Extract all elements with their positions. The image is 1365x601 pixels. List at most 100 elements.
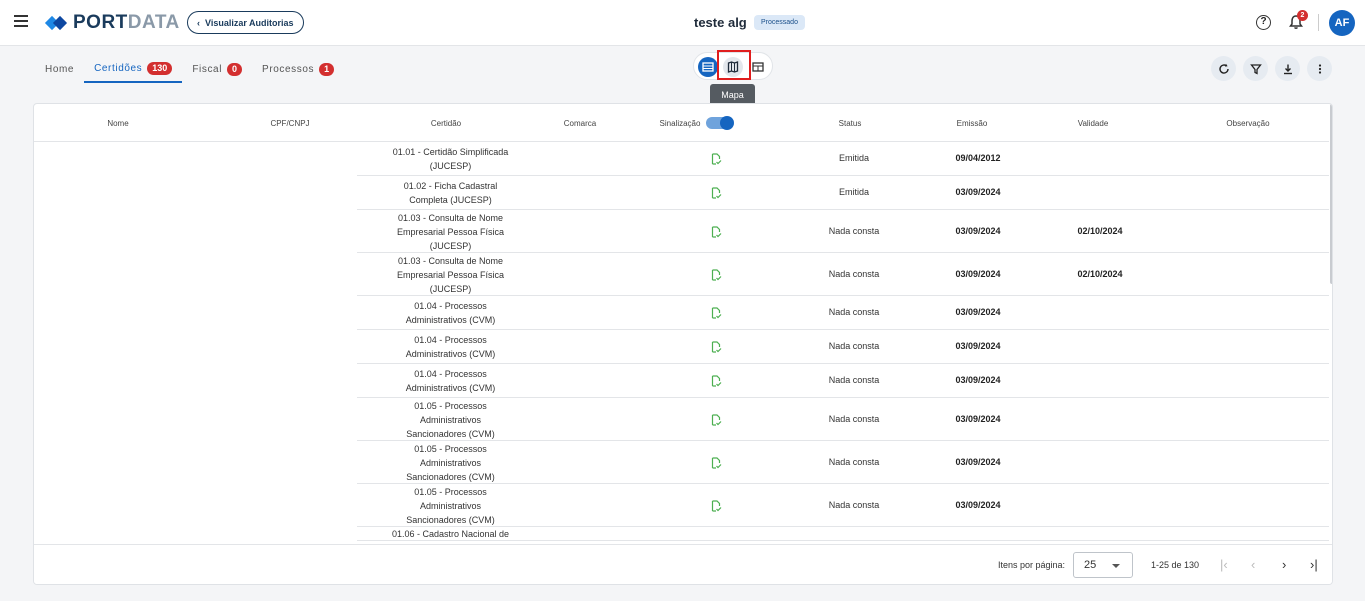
table-row[interactable]: 01.06 - Cadastro Nacional de bbox=[357, 527, 1329, 541]
cell-emissao-text: 03/09/2024 bbox=[955, 307, 1001, 317]
cell-validade-text: 02/10/2024 bbox=[1077, 225, 1123, 236]
table-row[interactable]: 01.01 - Certidão Simplificada (JUCESP) Emi… bbox=[357, 142, 1329, 176]
column-header-certidao[interactable]: Certidão bbox=[431, 119, 461, 128]
chevron-left-icon: ‹ bbox=[197, 17, 200, 28]
cell-certidao-line: 01.03 - Consulta de Nome bbox=[397, 255, 504, 266]
document-check-icon[interactable] bbox=[710, 268, 722, 281]
cell-certidao-line: Administrativos bbox=[419, 414, 482, 425]
column-header-sinalizacao[interactable]: Sinalização bbox=[660, 119, 701, 128]
tab-home[interactable]: Home bbox=[35, 56, 84, 83]
tab-processos[interactable]: Processos 1 bbox=[252, 56, 344, 83]
column-header-emissao[interactable]: Emissão bbox=[957, 119, 988, 128]
table-body: 01.01 - Certidão Simplificada (JUCESP) Emi… bbox=[357, 142, 1329, 541]
cell-certidao-line: Sancionadores (CVM) bbox=[406, 471, 495, 482]
pagination-range: 1-25 de 130 bbox=[1151, 560, 1200, 570]
document-check-icon[interactable] bbox=[710, 499, 722, 512]
list-view-button[interactable] bbox=[698, 57, 718, 77]
document-check-icon[interactable] bbox=[710, 307, 722, 319]
document-check-icon[interactable] bbox=[710, 341, 722, 353]
caret-down-icon bbox=[1112, 564, 1120, 568]
document-check-icon[interactable] bbox=[710, 456, 722, 469]
filter-button[interactable] bbox=[1243, 56, 1268, 81]
column-header-cpf-cnpj[interactable]: CPF/CNPJ bbox=[270, 119, 309, 128]
table-header: Nome CPF/CNPJ Certidão Comarca Sinalizaç… bbox=[34, 104, 1329, 142]
tab-count-badge: 130 bbox=[147, 62, 173, 75]
cell-validade-text: 02/10/2024 bbox=[1077, 268, 1123, 279]
cell-certidao-line: Administrativos bbox=[419, 457, 482, 468]
signalization-toggle[interactable] bbox=[706, 116, 734, 130]
brand-logo[interactable]: PORTDATA bbox=[44, 12, 180, 34]
tab-certidoes[interactable]: Certidões 130 bbox=[84, 56, 183, 83]
refresh-button[interactable] bbox=[1211, 56, 1236, 81]
table-row[interactable]: 01.04 - Processos Administrativos (CVM) Na… bbox=[357, 364, 1329, 398]
table-row[interactable]: 01.05 - Processos Administrativos Sanciona… bbox=[357, 441, 1329, 484]
cell-certidao-line: Sancionadores (CVM) bbox=[406, 514, 495, 525]
download-button[interactable] bbox=[1275, 56, 1300, 81]
cell-status-text: Emitida bbox=[838, 153, 870, 163]
cell-status-text: Nada consta bbox=[828, 341, 880, 351]
cell-emissao-text: 03/09/2024 bbox=[955, 375, 1001, 385]
certificates-table-card: Nome CPF/CNPJ Certidão Comarca Sinalizaç… bbox=[33, 103, 1333, 585]
cell-certidao-line: 01.06 - Cadastro Nacional de bbox=[391, 529, 510, 539]
table-row[interactable]: 01.04 - Processos Administrativos (CVM) Na… bbox=[357, 330, 1329, 364]
cell-certidao: 01.06 - Cadastro Nacional de bbox=[357, 527, 544, 541]
tab-label: Fiscal bbox=[192, 64, 223, 75]
cell-certidao-line: (JUCESP) bbox=[429, 161, 472, 171]
cell-status-text: Nada consta bbox=[828, 268, 880, 279]
cell-certidao: 01.01 - Certidão Simplificada (JUCESP) bbox=[357, 145, 544, 173]
cell-certidao-line: Administrativos (CVM) bbox=[405, 315, 496, 325]
cell-status-text: Nada consta bbox=[828, 375, 880, 385]
table-row[interactable]: 01.05 - Processos Administrativos Sanciona… bbox=[357, 484, 1329, 527]
column-header-comarca[interactable]: Comarca bbox=[564, 119, 596, 128]
vertical-scrollbar[interactable] bbox=[1330, 104, 1332, 284]
document-check-icon[interactable] bbox=[710, 153, 722, 165]
previous-page-icon[interactable]: ‹ bbox=[1251, 557, 1255, 572]
column-header-validade[interactable]: Validade bbox=[1078, 119, 1109, 128]
cell-certidao-line: 01.04 - Processos bbox=[414, 335, 487, 345]
cell-certidao-line: Administrativos bbox=[419, 500, 482, 511]
column-header-status[interactable]: Status bbox=[839, 119, 862, 128]
cell-certidao-line: Completa (JUCESP) bbox=[409, 195, 492, 205]
cell-emissao-text: 03/09/2024 bbox=[955, 456, 1001, 467]
cell-certidao-line: 01.04 - Processos bbox=[414, 301, 487, 311]
cell-certidao-line: 01.02 - Ficha Cadastral bbox=[403, 181, 498, 191]
table-row[interactable]: 01.03 - Consulta de Nome Empresarial Pess… bbox=[357, 210, 1329, 253]
help-icon[interactable]: ? bbox=[1256, 15, 1271, 30]
table-view-button[interactable] bbox=[748, 57, 768, 77]
tab-label: Certidões bbox=[94, 63, 143, 74]
cell-certidao: 01.05 - Processos Administrativos Sanciona… bbox=[357, 485, 544, 527]
table-row[interactable]: 01.02 - Ficha Cadastral Completa (JUCESP)… bbox=[357, 176, 1329, 210]
cell-certidao-line: 01.05 - Processos bbox=[414, 400, 487, 411]
last-page-icon[interactable]: ›| bbox=[1310, 557, 1318, 572]
document-check-icon[interactable] bbox=[710, 375, 722, 387]
cell-status-text: Emitida bbox=[838, 187, 870, 197]
next-page-icon[interactable]: › bbox=[1282, 557, 1286, 572]
document-check-icon[interactable] bbox=[710, 187, 722, 199]
tab-label: Home bbox=[45, 64, 75, 75]
back-to-audits-button[interactable]: ‹ Visualizar Auditorias bbox=[187, 11, 304, 34]
cell-certidao-line: 01.04 - Processos bbox=[414, 369, 487, 379]
more-options-button[interactable] bbox=[1307, 56, 1332, 81]
cell-emissao-text: 03/09/2024 bbox=[955, 413, 1001, 424]
more-vertical-icon bbox=[1318, 63, 1321, 74]
tab-fiscal[interactable]: Fiscal 0 bbox=[182, 56, 252, 83]
cell-certidao: 01.02 - Ficha Cadastral Completa (JUCESP) bbox=[357, 179, 544, 207]
avatar[interactable]: AF bbox=[1329, 10, 1355, 36]
column-header-observacao[interactable]: Observação bbox=[1226, 119, 1269, 128]
cell-certidao-line: (JUCESP) bbox=[429, 240, 472, 251]
items-per-page-select[interactable]: 25 bbox=[1073, 552, 1133, 578]
document-check-icon[interactable] bbox=[710, 225, 722, 238]
cell-emissao-text: 03/09/2024 bbox=[955, 225, 1001, 236]
table-row[interactable]: 01.03 - Consulta de Nome Empresarial Pess… bbox=[357, 253, 1329, 296]
document-check-icon[interactable] bbox=[710, 413, 722, 426]
notification-count-badge: 2 bbox=[1297, 10, 1308, 21]
cell-emissao-text: 09/04/2012 bbox=[955, 153, 1001, 163]
table-row[interactable]: 01.04 - Processos Administrativos (CVM) Na… bbox=[357, 296, 1329, 330]
first-page-icon[interactable]: |‹ bbox=[1220, 557, 1228, 572]
menu-icon[interactable] bbox=[14, 15, 28, 27]
column-header-nome[interactable]: Nome bbox=[107, 119, 128, 128]
cell-status-text: Nada consta bbox=[828, 499, 880, 510]
tab-bar: Home Certidões 130 Fiscal 0 Processos 1 bbox=[35, 56, 344, 83]
pagination-bar: Itens por página: 25 1-25 de 130 |‹ ‹ › … bbox=[34, 544, 1332, 584]
table-row[interactable]: 01.05 - Processos Administrativos Sanciona… bbox=[357, 398, 1329, 441]
